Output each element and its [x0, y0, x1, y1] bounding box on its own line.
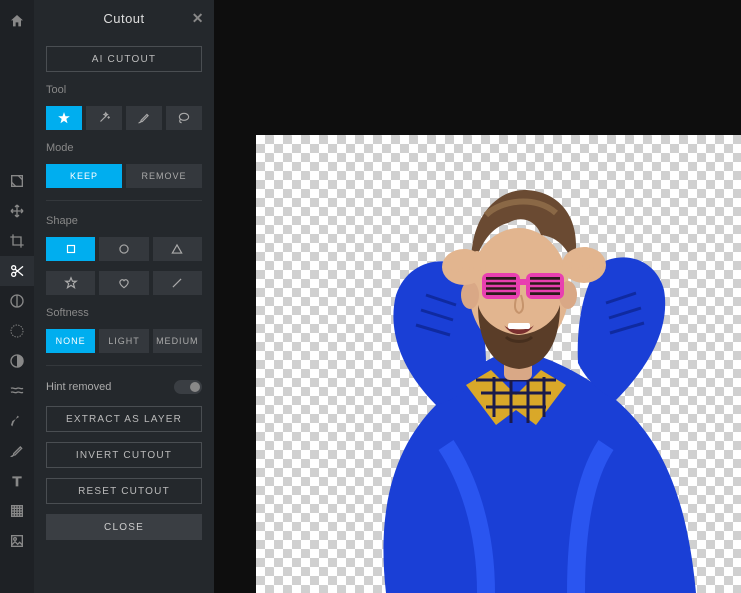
cutout-icon[interactable] [0, 256, 34, 286]
shape-label: Shape [46, 215, 202, 227]
tool-lasso-button[interactable] [166, 106, 202, 130]
panel-title: Cutout [103, 11, 144, 26]
home-icon[interactable] [0, 6, 34, 36]
hint-removed-label: Hint removed [46, 381, 111, 393]
tool-label: Tool [46, 84, 202, 96]
text-icon[interactable] [0, 466, 34, 496]
focus-icon[interactable] [0, 376, 34, 406]
move-icon[interactable] [0, 196, 34, 226]
close-icon[interactable]: ✕ [192, 10, 204, 27]
image-layer-icon[interactable] [0, 526, 34, 556]
mode-keep-button[interactable]: KEEP [46, 164, 122, 188]
cutout-panel: Cutout ✕ AI CUTOUT Tool Mode KEEP REMOVE [34, 0, 214, 593]
retouch-icon[interactable] [0, 346, 34, 376]
shape-square-button[interactable] [46, 237, 95, 261]
tool-row [46, 106, 202, 130]
tool-magic-button[interactable] [46, 106, 82, 130]
mode-remove-button[interactable]: REMOVE [126, 164, 202, 188]
tool-brush-button[interactable] [126, 106, 162, 130]
canvas-area[interactable] [256, 135, 741, 593]
shape-line-button[interactable] [153, 271, 202, 295]
softness-none-button[interactable]: NONE [46, 329, 95, 353]
tool-wand-button[interactable] [86, 106, 122, 130]
cutout-subject [286, 145, 741, 593]
liquify-icon[interactable] [0, 316, 34, 346]
softness-light-button[interactable]: LIGHT [99, 329, 148, 353]
elements-icon[interactable] [0, 496, 34, 526]
crop-icon[interactable] [0, 226, 34, 256]
shape-star-button[interactable] [46, 271, 95, 295]
brush-icon[interactable] [0, 436, 34, 466]
shape-triangle-button[interactable] [153, 237, 202, 261]
adjust-icon[interactable] [0, 286, 34, 316]
hint-removed-toggle[interactable] [174, 380, 202, 394]
ai-cutout-button[interactable]: AI CUTOUT [46, 46, 202, 72]
shape-row-2 [46, 271, 202, 295]
shape-heart-button[interactable] [99, 271, 148, 295]
divider [46, 200, 202, 201]
left-toolbar [0, 0, 34, 593]
invert-cutout-button[interactable]: INVERT CUTOUT [46, 442, 202, 468]
shape-row-1 [46, 237, 202, 261]
mode-label: Mode [46, 142, 202, 154]
softness-label: Softness [46, 307, 202, 319]
panel-header: Cutout ✕ [34, 0, 214, 36]
shape-circle-button[interactable] [99, 237, 148, 261]
mode-row: KEEP REMOVE [46, 164, 202, 188]
softness-row: NONE LIGHT MEDIUM [46, 329, 202, 353]
close-button[interactable]: CLOSE [46, 514, 202, 540]
extract-layer-button[interactable]: EXTRACT AS LAYER [46, 406, 202, 432]
divider [46, 365, 202, 366]
arrange-icon[interactable] [0, 166, 34, 196]
disperse-icon[interactable] [0, 406, 34, 436]
softness-medium-button[interactable]: MEDIUM [153, 329, 202, 353]
hint-removed-row: Hint removed [46, 378, 202, 396]
reset-cutout-button[interactable]: RESET CUTOUT [46, 478, 202, 504]
